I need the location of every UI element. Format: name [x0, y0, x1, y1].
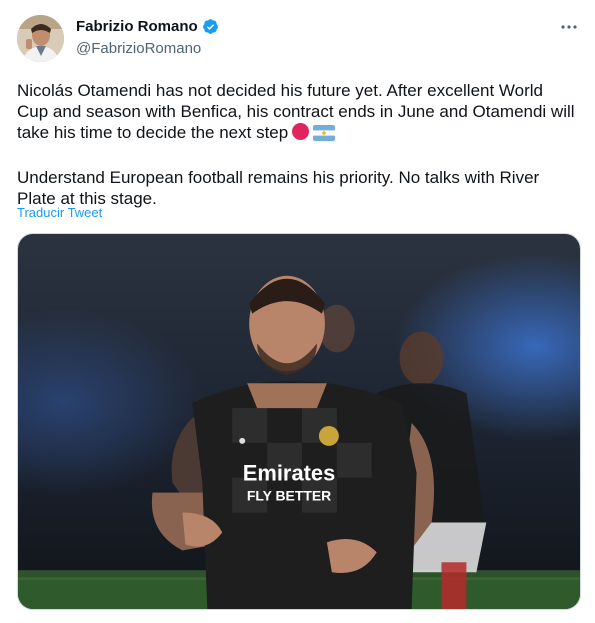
argentina-flag-icon [313, 125, 336, 146]
jersey-sponsor-tagline: FLY BETTER [247, 488, 331, 504]
red-circle-icon [291, 122, 310, 146]
tweet-card: Fabrizio Romano @FabrizioRomano Nicolás … [0, 0, 595, 623]
translate-tweet-link[interactable]: Traducir Tweet [17, 205, 102, 220]
more-options-icon[interactable] [559, 20, 579, 34]
author-handle[interactable]: @FabrizioRomano [76, 40, 201, 57]
jersey-sponsor-text: Emirates [243, 461, 336, 486]
author-name-row[interactable]: Fabrizio Romano [76, 18, 219, 35]
tweet-text: Nicolás Otamendi has not decided his fut… [17, 80, 577, 209]
tweet-paragraph: Understand European football remains his… [17, 168, 540, 208]
verified-badge-icon [202, 19, 218, 34]
avatar[interactable] [17, 15, 64, 62]
tweet-photo[interactable]: Emirates FLY BETTER [17, 233, 581, 610]
author-display-name[interactable]: Fabrizio Romano [76, 18, 198, 35]
tweet-paragraph: Nicolás Otamendi has not decided his fut… [17, 80, 577, 146]
